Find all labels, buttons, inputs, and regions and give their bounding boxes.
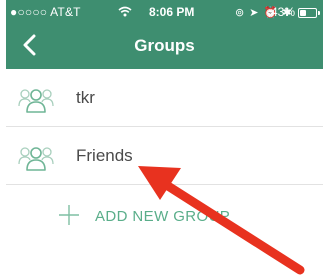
- group-name: tkr: [76, 88, 95, 107]
- battery-icon: [298, 8, 320, 18]
- add-new-group-label: ADD NEW GROUP: [95, 208, 231, 225]
- battery-nub: [318, 11, 320, 15]
- group-row-friends[interactable]: Friends: [6, 128, 323, 185]
- divider: [6, 126, 323, 127]
- location-icon: ➤: [249, 7, 260, 19]
- clock-time: 8:06 PM: [149, 5, 195, 19]
- app-screen: ●○○○○ AT&T 8:06 PM ⊚ ➤ ⏰ ✱ 43% Groups tk…: [6, 0, 323, 280]
- group-people-icon: [18, 147, 54, 171]
- group-row-tkr[interactable]: tkr: [6, 70, 323, 127]
- carrier-label: ●○○○○ AT&T: [10, 5, 81, 19]
- group-name: Friends: [76, 146, 133, 165]
- battery-percent: 43%: [271, 5, 296, 19]
- status-bar: ●○○○○ AT&T 8:06 PM ⊚ ➤ ⏰ ✱ 43%: [6, 0, 323, 24]
- divider: [6, 184, 323, 185]
- wifi-icon: [118, 6, 132, 17]
- orientation-lock-icon: ⊚: [235, 7, 246, 19]
- plus-icon: [59, 205, 79, 225]
- battery-fill: [300, 10, 306, 16]
- top-bar: ●○○○○ AT&T 8:06 PM ⊚ ➤ ⏰ ✱ 43% Groups: [6, 0, 323, 69]
- add-new-group-button[interactable]: ADD NEW GROUP: [58, 198, 318, 232]
- group-people-icon: [18, 89, 54, 113]
- page-title: Groups: [134, 36, 195, 55]
